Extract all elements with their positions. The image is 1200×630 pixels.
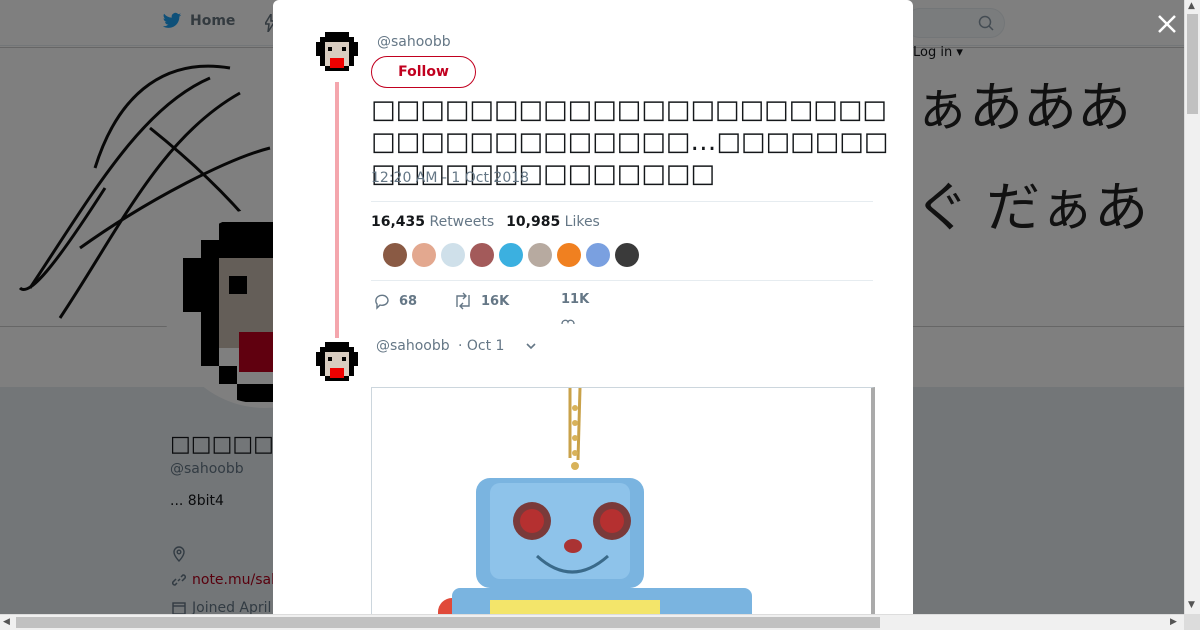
likers-avatars [383,243,639,267]
retweet-count: 16K [481,293,510,309]
liker-avatar[interactable] [383,243,407,267]
tweet-media-image[interactable] [371,387,875,614]
liker-avatar[interactable] [615,243,639,267]
robot-keychain-image [372,388,871,614]
scroll-left-arrow[interactable]: ◀ [3,617,10,627]
scroll-right-arrow[interactable]: ▶ [1170,617,1177,627]
tweet-stats: 16,435 Retweets 10,985 Likes [371,214,600,230]
divider [371,280,873,281]
likes-count: 10,985 [506,214,561,230]
liker-avatar[interactable] [557,243,581,267]
liker-avatar[interactable] [528,243,552,267]
liker-avatar[interactable] [441,243,465,267]
follow-button[interactable]: Follow [371,56,476,88]
horizontal-scroll-thumb[interactable] [16,617,880,628]
horizontal-scrollbar[interactable]: ◀ ▶ [0,614,1184,630]
reply-author-handle[interactable]: @sahoobb [376,338,450,354]
thread-connector-line [335,82,339,338]
reply-date[interactable]: · Oct 1 [458,338,504,354]
tweet-permalink-modal: @sahoobb Follow □□□□□□□□□□□□□□□□□□□□□□□□… [273,0,913,614]
retweets-stat[interactable]: 16,435 Retweets [371,214,494,230]
divider [371,201,873,202]
scroll-down-arrow[interactable]: ▼ [1188,600,1195,610]
scroll-up-arrow[interactable]: ▲ [1188,1,1195,11]
tweet-author-handle[interactable]: @sahoobb [377,34,451,50]
like-count-display[interactable]: 11K [561,292,589,307]
reply-count: 68 [399,293,418,309]
tweet-timestamp[interactable]: 12:20 AM - 1 Oct 2018 [371,170,529,186]
vertical-scroll-thumb[interactable] [1187,14,1198,114]
tweet-author-avatar[interactable] [315,30,359,80]
likes-stat[interactable]: 10,985 Likes [506,214,600,230]
vertical-scrollbar[interactable]: ▲ ▼ [1184,0,1200,614]
scrollbar-corner [1184,614,1200,630]
reply-action[interactable]: 68 [373,292,417,310]
reply-author-avatar[interactable] [315,340,359,390]
retweet-action[interactable]: 16K [453,292,509,310]
liker-avatar[interactable] [586,243,610,267]
liker-avatar[interactable] [412,243,436,267]
retweets-label: Retweets [429,214,495,230]
reply-icon [375,294,389,310]
likes-label: Likes [564,214,600,230]
liker-avatar[interactable] [470,243,494,267]
like-count: 11K [561,292,590,307]
retweets-count: 16,435 [371,214,426,230]
chevron-down-icon[interactable] [525,340,537,352]
liker-avatar[interactable] [499,243,523,267]
heart-icon[interactable] [561,318,575,326]
retweet-icon [456,292,470,310]
close-icon[interactable] [1155,12,1179,36]
